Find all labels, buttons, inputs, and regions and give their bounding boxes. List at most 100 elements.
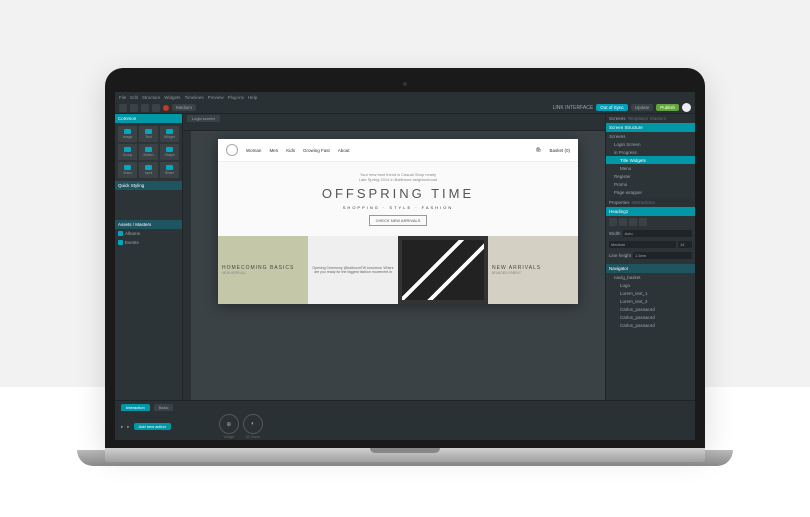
menu-item[interactable]: Timelines xyxy=(185,95,204,100)
laptop-frame: File Edit Structure Widgets Timelines Pr… xyxy=(105,68,705,462)
basket-label: Basket (0) xyxy=(549,148,570,153)
tree-item[interactable]: in Progress xyxy=(606,148,695,156)
hero-title: OFFSPRING TIME xyxy=(228,186,568,201)
screens-head: Screen Structure xyxy=(606,123,695,132)
app-screen: File Edit Structure Widgets Timelines Pr… xyxy=(115,92,695,440)
card-text: Opening Ceremony @ballroomTW tomorrow. W… xyxy=(308,236,398,304)
tree-item[interactable]: Register xyxy=(606,172,695,180)
component-item[interactable]: Button xyxy=(139,144,158,160)
document-tab[interactable]: Login screen xyxy=(187,115,220,122)
menu-item[interactable]: Widgets xyxy=(164,95,180,100)
menu-item[interactable]: Preview xyxy=(208,95,224,100)
tree-item[interactable]: Promo xyxy=(606,180,695,188)
menu-item[interactable]: Edit xyxy=(130,95,138,100)
props-head: Heading1 xyxy=(606,207,695,216)
nav-item[interactable]: Lorem_text_1 xyxy=(606,289,695,297)
component-item[interactable]: Text xyxy=(139,126,158,142)
prop-tab[interactable]: Interactions xyxy=(632,200,655,205)
tree-item[interactable]: Menu xyxy=(606,164,695,172)
components-head[interactable]: Common xyxy=(115,114,182,123)
timeline-tab[interactable]: Basic xyxy=(154,404,174,411)
tree-item-selected[interactable]: Title Widgets xyxy=(606,156,695,164)
align-icon[interactable] xyxy=(609,218,617,226)
avatar[interactable] xyxy=(682,103,691,112)
update-button[interactable]: Update xyxy=(631,104,654,111)
nav-item[interactable]: Carlos_password xyxy=(606,321,695,329)
tool-icon[interactable] xyxy=(152,104,160,112)
nav-item[interactable]: Lorem_text_2 xyxy=(606,297,695,305)
sync-button[interactable]: Out of Sync xyxy=(596,104,628,111)
page-nav: Woman Men Kids Growing Fast About 🛍 Bask… xyxy=(218,139,578,162)
component-item[interactable]: Input xyxy=(139,162,158,178)
action-node[interactable]: ◐ xyxy=(243,414,263,434)
timeline-tab[interactable]: Interaction xyxy=(121,404,150,411)
prop-tab[interactable]: Properties xyxy=(609,200,630,205)
tree-item[interactable]: Page wrapper xyxy=(606,188,695,196)
nav-link: Woman xyxy=(246,148,261,153)
hero-tagline: Late Spring 2014 in Baltimore neighborho… xyxy=(228,177,568,182)
camera-dot xyxy=(403,82,407,86)
component-item[interactable]: Shape xyxy=(160,144,179,160)
panel-tab[interactable]: Masters xyxy=(650,116,666,121)
panel-tab[interactable]: Templates xyxy=(628,116,649,121)
component-item[interactable]: Video xyxy=(118,162,137,178)
nav-item[interactable]: navig_basket xyxy=(606,273,695,281)
tool-icon[interactable] xyxy=(119,104,127,112)
align-icon[interactable] xyxy=(629,218,637,226)
publish-button[interactable]: Publish xyxy=(656,104,679,111)
toolbar: Medium LINK INTERFACE Out of Sync Update… xyxy=(115,102,695,114)
component-item[interactable]: Group xyxy=(118,144,137,160)
align-icon[interactable] xyxy=(639,218,647,226)
add-action-button[interactable]: Add new action xyxy=(134,423,171,430)
width-input[interactable]: Auto xyxy=(623,230,692,237)
card-homecoming: HOMECOMING BASICS NEW ARRIVAL xyxy=(218,236,308,304)
tool-icon[interactable] xyxy=(130,104,138,112)
logo-icon xyxy=(226,144,238,156)
nav-link: About xyxy=(338,148,350,153)
tool-icon[interactable] xyxy=(141,104,149,112)
card-row: HOMECOMING BASICS NEW ARRIVAL Opening Ce… xyxy=(218,236,578,304)
master-item[interactable]: Albums xyxy=(115,229,182,238)
nav-item[interactable]: Carlos_password xyxy=(606,305,695,313)
hero-cta-button: CHECK NEW ARRIVALS xyxy=(369,215,428,226)
ruler-vertical xyxy=(183,131,191,400)
tree-item[interactable]: Screens xyxy=(606,132,695,140)
nav-link: Kids xyxy=(286,148,295,153)
nav-link: Growing Fast xyxy=(303,148,330,153)
quick-styling-head[interactable]: Quick Styling xyxy=(115,181,182,190)
menu-item[interactable]: Structure xyxy=(142,95,160,100)
panel-tab[interactable]: Screens xyxy=(609,116,626,121)
ruler-horizontal xyxy=(183,123,605,131)
tree-item[interactable]: Login Screen xyxy=(606,140,695,148)
page-mockup[interactable]: Woman Men Kids Growing Fast About 🛍 Bask… xyxy=(218,139,578,304)
hero-subtitle: SHOPPING · STYLE · FASHION xyxy=(228,205,568,210)
design-canvas[interactable]: Woman Men Kids Growing Fast About 🛍 Bask… xyxy=(191,131,605,400)
menubar: File Edit Structure Widgets Timelines Pr… xyxy=(115,92,695,102)
nav-item[interactable]: Logo xyxy=(606,281,695,289)
font-select[interactable]: Medium xyxy=(609,241,676,248)
link-interface-label[interactable]: LINK INTERFACE xyxy=(553,105,594,111)
nav-link: Men xyxy=(269,148,278,153)
master-item[interactable]: Events xyxy=(115,238,182,247)
masters-head[interactable]: Assets / Masters xyxy=(115,220,182,229)
component-item[interactable]: Slider xyxy=(160,162,179,178)
canvas-area: Login screen Woman Men Kids xyxy=(183,114,605,400)
breakpoint-select[interactable]: Medium xyxy=(172,104,196,111)
component-item[interactable]: Widget xyxy=(160,126,179,142)
menu-item[interactable]: Plug-ins xyxy=(228,95,244,100)
nav-item[interactable]: Carlos_password xyxy=(606,313,695,321)
menu-item[interactable]: Help xyxy=(248,95,257,100)
align-icon[interactable] xyxy=(619,218,627,226)
line-height-input[interactable]: 1.5em xyxy=(633,252,692,259)
right-panel: Screens Templates Masters Screen Structu… xyxy=(605,114,695,400)
left-panel: Common Image Text Widget Group Button Sh… xyxy=(115,114,183,400)
record-icon[interactable] xyxy=(163,105,169,111)
laptop-base xyxy=(105,448,705,462)
navigator-head: Navigator xyxy=(606,264,695,273)
hero-section: Your new best friend is Casual Shop near… xyxy=(218,162,578,236)
component-item[interactable]: Image xyxy=(118,126,137,142)
font-size-input[interactable]: 14 xyxy=(678,241,692,248)
menu-item[interactable]: File xyxy=(119,95,126,100)
card-shoe-image xyxy=(398,236,488,304)
action-node[interactable]: ⊕ xyxy=(219,414,239,434)
